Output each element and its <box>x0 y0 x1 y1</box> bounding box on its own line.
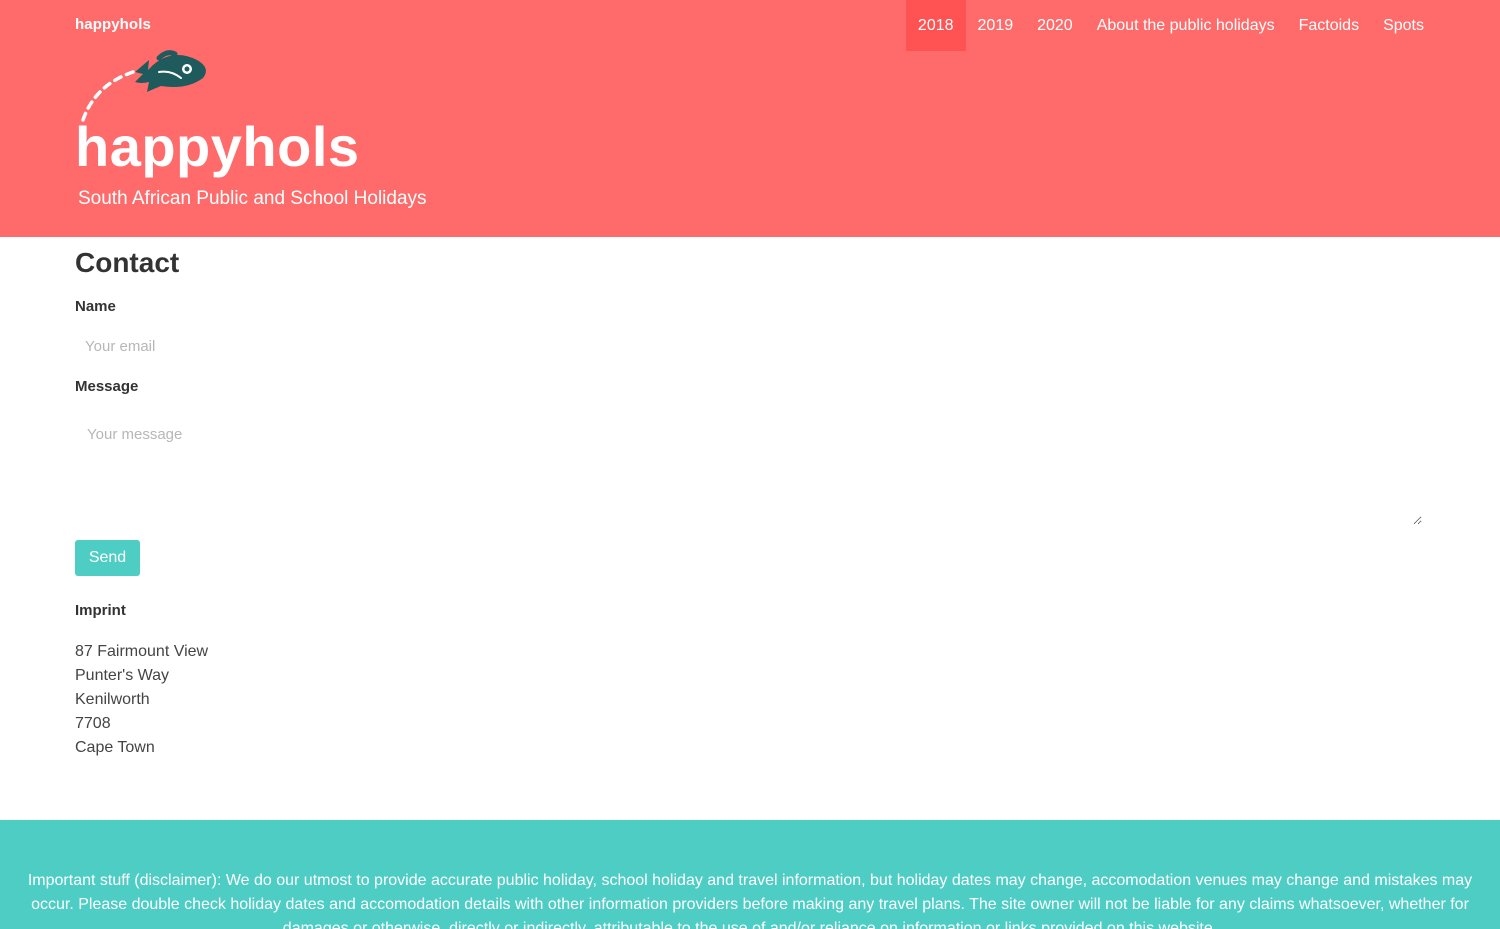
nav-item-2019[interactable]: 2019 <box>966 0 1026 51</box>
nav-item-2020[interactable]: 2020 <box>1025 0 1085 51</box>
imprint-title: Imprint <box>75 602 126 619</box>
logo-wordmark: happyhols <box>75 115 360 178</box>
page-title: Contact <box>75 247 180 278</box>
disclaimer-text: Important stuff (disclaimer): We do our … <box>27 872 1473 929</box>
site-header: happyhols 2018 2019 2020 About the publi… <box>0 0 1500 237</box>
imprint-address: 87 Fairmount View Punter's Way Kenilwort… <box>75 640 208 760</box>
nav-item-factoids[interactable]: Factoids <box>1287 0 1371 51</box>
nav-item-about-public-holidays[interactable]: About the public holidays <box>1085 0 1287 51</box>
nav-item-spots[interactable]: Spots <box>1371 0 1436 51</box>
address-line: 7708 <box>75 715 111 732</box>
address-line: Punter's Way <box>75 667 170 684</box>
name-input[interactable] <box>75 328 1422 364</box>
site-tagline: South African Public and School Holidays <box>78 188 427 209</box>
address-line: Kenilworth <box>75 691 150 708</box>
main-nav: 2018 2019 2020 About the public holidays… <box>905 0 1436 51</box>
site-footer: Important stuff (disclaimer): We do our … <box>0 820 1500 929</box>
send-button[interactable]: Send <box>75 540 140 576</box>
nav-item-2018[interactable]: 2018 <box>905 0 966 51</box>
message-label: Message <box>75 378 139 395</box>
address-line: Cape Town <box>75 739 155 756</box>
message-textarea[interactable] <box>75 414 1422 525</box>
name-label: Name <box>75 298 116 315</box>
address-line: 87 Fairmount View <box>75 643 209 660</box>
brand-link[interactable]: happyhols <box>75 16 151 33</box>
